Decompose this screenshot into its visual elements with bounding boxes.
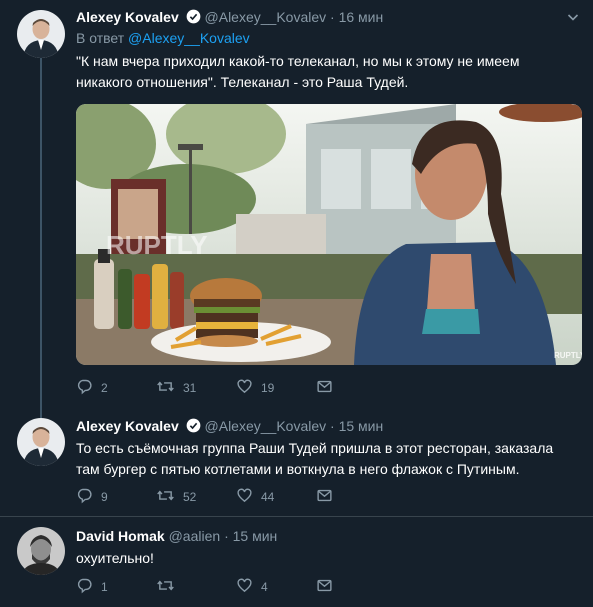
- author-name[interactable]: David Homak: [76, 528, 165, 544]
- chevron-down-icon[interactable]: [567, 10, 579, 22]
- tweet-3[interactable]: David Homak @aalien · 15 мин охуительно!…: [0, 517, 593, 607]
- reply-icon: [76, 487, 101, 507]
- like-icon: [236, 487, 261, 507]
- share-button[interactable]: [316, 577, 396, 597]
- tweet-2[interactable]: Alexey Kovalev @Alexey__Kovalev · 15 мин…: [0, 400, 593, 516]
- reply-prefix: В ответ: [76, 30, 125, 46]
- like-button[interactable]: 44: [236, 487, 316, 507]
- author-handle[interactable]: @aalien: [169, 528, 221, 544]
- avatar[interactable]: [17, 527, 65, 575]
- like-count: 44: [261, 490, 275, 504]
- reply-context: В ответ @Alexey__Kovalev: [76, 29, 579, 47]
- verified-icon: [186, 418, 201, 438]
- tweet-header: David Homak @aalien · 15 мин: [76, 526, 579, 546]
- tweet-text: То есть съёмочная группа Раши Тудей приш…: [76, 440, 554, 477]
- reply-icon: [76, 378, 101, 398]
- tweet-media-image[interactable]: RUPTLY RUPTLY: [76, 104, 582, 365]
- reply-button[interactable]: 2: [76, 378, 156, 398]
- reply-to-link[interactable]: @Alexey__Kovalev: [128, 30, 250, 46]
- share-icon: [316, 487, 341, 507]
- share-icon: [316, 577, 341, 597]
- retweet-icon: [156, 577, 183, 597]
- author-name[interactable]: Alexey Kovalev: [76, 418, 179, 434]
- tweet-header: Alexey Kovalev @Alexey__Kovalev · 15 мин: [76, 416, 579, 436]
- author-handle[interactable]: @Alexey__Kovalev: [205, 418, 327, 434]
- separator-dot: ·: [330, 418, 335, 434]
- timestamp[interactable]: 15 мин: [339, 418, 384, 434]
- retweet-count: 31: [183, 381, 197, 395]
- share-button[interactable]: [316, 487, 396, 507]
- like-icon: [236, 378, 261, 398]
- author-name[interactable]: Alexey Kovalev: [76, 9, 179, 25]
- avatar[interactable]: [17, 10, 65, 58]
- retweet-button[interactable]: [156, 577, 236, 597]
- reply-count: 2: [101, 381, 108, 395]
- timestamp[interactable]: 16 мин: [339, 9, 384, 25]
- media-watermark: RUPTLY: [106, 230, 208, 260]
- reply-count: 1: [101, 580, 108, 594]
- verified-icon: [186, 9, 201, 29]
- timestamp[interactable]: 15 мин: [233, 528, 278, 544]
- like-button[interactable]: 4: [236, 577, 316, 597]
- author-handle[interactable]: @Alexey__Kovalev: [205, 9, 327, 25]
- media-corner-logo: RUPTLY: [554, 351, 582, 360]
- tweet-actions: 2 31 19: [76, 378, 396, 398]
- like-button[interactable]: 19: [236, 378, 316, 398]
- share-button[interactable]: [316, 378, 396, 398]
- retweet-button[interactable]: 31: [156, 378, 236, 398]
- tweet-actions: 1 4: [76, 577, 396, 597]
- retweet-icon: [156, 378, 183, 398]
- like-icon: [236, 577, 261, 597]
- tweet-1[interactable]: Alexey Kovalev @Alexey__Kovalev · 16 мин…: [0, 0, 593, 400]
- separator-dot: ·: [330, 9, 335, 25]
- tweet-text: охуительно!: [76, 550, 154, 566]
- retweet-count: 52: [183, 490, 197, 504]
- tweet-text: "К нам вчера приходил какой-то телеканал…: [76, 53, 520, 90]
- share-icon: [316, 378, 341, 398]
- avatar[interactable]: [17, 418, 65, 466]
- separator-dot: ·: [224, 528, 229, 544]
- reply-icon: [76, 577, 101, 597]
- reply-button[interactable]: 1: [76, 577, 156, 597]
- reply-button[interactable]: 9: [76, 487, 156, 507]
- retweet-icon: [156, 487, 183, 507]
- like-count: 4: [261, 580, 268, 594]
- like-count: 19: [261, 381, 275, 395]
- retweet-button[interactable]: 52: [156, 487, 236, 507]
- reply-count: 9: [101, 490, 108, 504]
- tweet-header: Alexey Kovalev @Alexey__Kovalev · 16 мин: [76, 7, 579, 27]
- tweet-actions: 9 52 44: [76, 487, 396, 507]
